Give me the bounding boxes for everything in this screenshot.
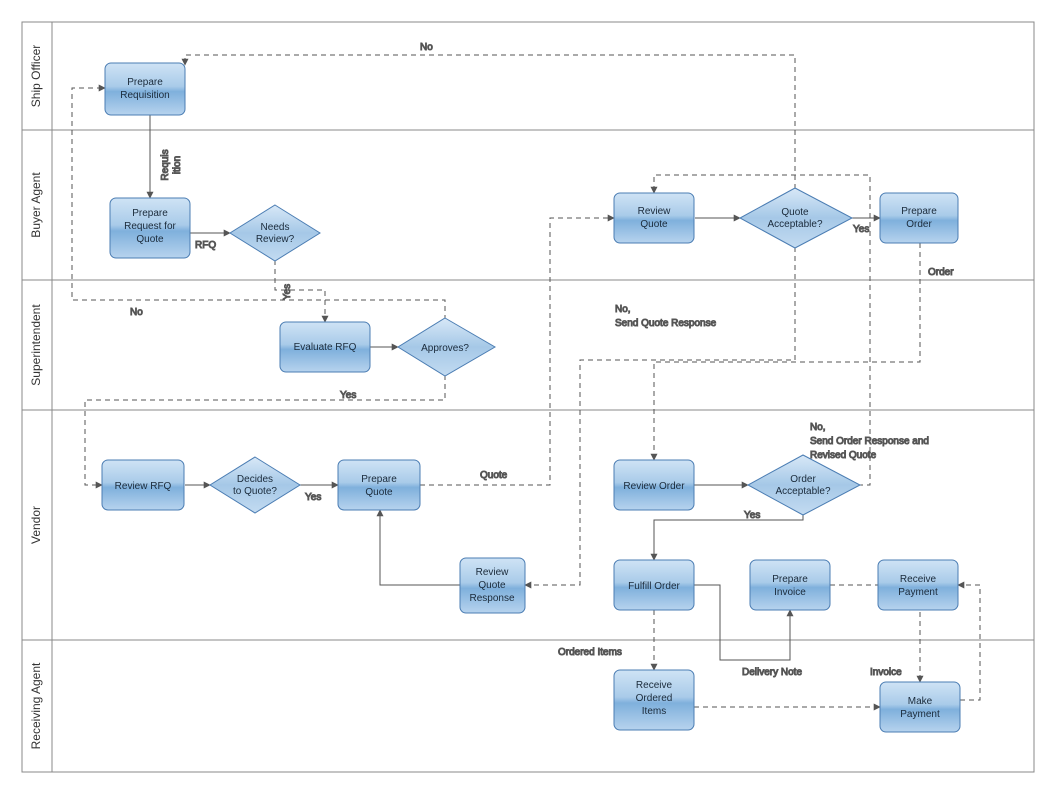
edge-oa-no-l1: No, <box>810 422 826 433</box>
edge-qa-no-l1: No, <box>615 304 631 315</box>
lane-labels: Ship Officer Buyer Agent Superintendent … <box>29 45 43 750</box>
edge-no-quote-to-requisition <box>185 55 795 198</box>
lane-receiving-agent: Receiving Agent <box>29 662 43 749</box>
svg-text:Review: Review <box>476 567 510 578</box>
edge-rfq-label: RFQ <box>195 240 216 251</box>
edge-approves-yes-label: Yes <box>340 390 356 401</box>
edge-delivery-note-label: Delivery Note <box>742 667 802 678</box>
svg-text:Receive: Receive <box>900 574 937 585</box>
svg-text:Decides: Decides <box>237 474 273 485</box>
svg-text:Prepare: Prepare <box>127 77 163 88</box>
svg-text:Order: Order <box>906 219 932 230</box>
node-review-rfq: Review RFQ <box>102 460 184 510</box>
svg-text:Invoice: Invoice <box>774 587 806 598</box>
node-prepare-rfq: Prepare Request for Quote <box>110 198 190 258</box>
edge-oa-yes <box>654 512 803 560</box>
lane-vendor: Vendor <box>29 506 43 544</box>
edge-oa-no-l3: Revised Quote <box>810 450 877 461</box>
svg-text:Prepare: Prepare <box>901 206 937 217</box>
svg-text:Request for: Request for <box>124 221 176 232</box>
edge-invoice-label: Invoice <box>870 667 902 678</box>
lane-superintendent: Superintendent <box>29 304 43 386</box>
lane-buyer-agent: Buyer Agent <box>29 172 43 238</box>
node-fulfill-order: Fulfill Order <box>614 560 694 610</box>
edge-order-label: Order <box>928 267 954 278</box>
svg-text:Receive: Receive <box>636 680 673 691</box>
svg-text:to Quote?: to Quote? <box>233 486 277 497</box>
svg-text:Items: Items <box>642 706 666 717</box>
svg-text:Quote: Quote <box>136 234 164 245</box>
edge-rqr-to-prepquote <box>380 510 460 585</box>
svg-text:Review?: Review? <box>256 234 295 245</box>
svg-text:Response: Response <box>469 593 514 604</box>
svg-text:Requisition: Requisition <box>120 90 169 101</box>
svg-text:Review RFQ: Review RFQ <box>115 481 172 492</box>
edge-qa-yes-label: Yes <box>853 224 869 235</box>
edge-approves-no-label: No <box>130 307 143 318</box>
edge-oa-yes-label: Yes <box>744 510 760 521</box>
svg-text:Review: Review <box>638 206 672 217</box>
svg-text:Quote: Quote <box>640 219 668 230</box>
edge-needs-yes-label: Yes <box>282 284 293 300</box>
svg-text:Acceptable?: Acceptable? <box>767 219 822 230</box>
svg-text:Fulfill Order: Fulfill Order <box>628 581 680 592</box>
svg-text:Ordered: Ordered <box>636 693 673 704</box>
svg-text:Acceptable?: Acceptable? <box>775 486 830 497</box>
svg-text:Quote: Quote <box>365 487 393 498</box>
edge-ordered-items-label: Ordered Items <box>558 647 622 658</box>
node-receive-ordered-items: Receive Ordered Items <box>614 670 694 730</box>
svg-text:Prepare: Prepare <box>772 574 808 585</box>
node-review-quote: Review Quote <box>614 193 694 243</box>
lane-ship-officer: Ship Officer <box>29 45 43 107</box>
svg-text:Review Order: Review Order <box>623 481 685 492</box>
svg-text:Evaluate RFQ: Evaluate RFQ <box>294 342 357 353</box>
node-prepare-requisition: Prepare Requisition <box>105 63 185 115</box>
edge-qa-no-l2: Send Quote Response <box>615 318 717 329</box>
svg-text:Prepare: Prepare <box>132 208 168 219</box>
svg-text:Quote: Quote <box>781 207 809 218</box>
node-make-payment: Make Payment <box>880 682 960 732</box>
edge-no-top-label: No <box>420 42 433 53</box>
node-prepare-order: Prepare Order <box>880 193 958 243</box>
svg-text:Payment: Payment <box>900 709 940 720</box>
node-quote-acceptable: Quote Acceptable? <box>740 188 852 248</box>
node-evaluate-rfq: Evaluate RFQ <box>280 322 370 372</box>
node-prepare-quote: Prepare Quote <box>338 460 420 510</box>
edge-qa-no <box>525 238 795 585</box>
edge-makepay-to-recvpay <box>958 585 980 700</box>
svg-text:Prepare: Prepare <box>361 474 397 485</box>
edge-decides-yes-label: Yes <box>305 492 321 503</box>
svg-text:Order: Order <box>790 474 816 485</box>
node-receive-payment: Receive Payment <box>878 560 958 610</box>
node-review-quote-response: Review Quote Response <box>460 558 525 613</box>
edge-order <box>654 243 920 460</box>
node-decides-to-quote: Decides to Quote? <box>210 457 300 513</box>
svg-text:Needs: Needs <box>261 222 290 233</box>
svg-text:Approves?: Approves? <box>421 343 469 354</box>
node-review-order: Review Order <box>614 460 694 510</box>
node-approves: Approves? <box>398 318 495 376</box>
node-order-acceptable: Order Acceptable? <box>748 455 860 515</box>
edge-requisition-label1: Requis <box>160 149 171 180</box>
edge-quote-label: Quote <box>480 470 508 481</box>
edge-requisition-label2: ition <box>172 156 183 174</box>
node-needs-review: Needs Review? <box>230 205 320 261</box>
node-prepare-invoice: Prepare Invoice <box>750 560 830 610</box>
svg-text:Quote: Quote <box>478 580 506 591</box>
svg-text:Make: Make <box>908 696 933 707</box>
svg-text:Payment: Payment <box>898 587 938 598</box>
swimlane-frame <box>22 22 1034 772</box>
edge-oa-no-l2: Send Order Response and <box>810 436 929 447</box>
